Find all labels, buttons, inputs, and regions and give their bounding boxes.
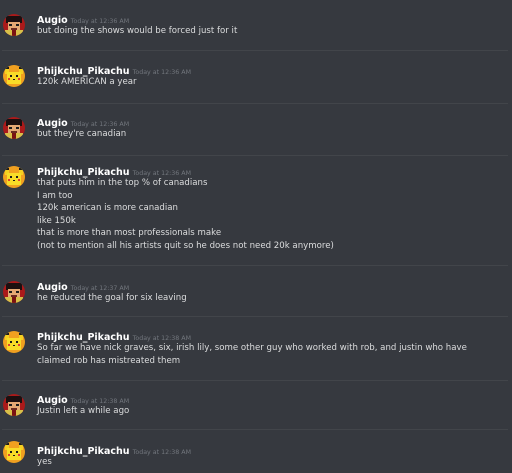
avatar[interactable] — [3, 65, 25, 87]
message-text: that is more than most professionals mak… — [37, 228, 222, 239]
message-body: but they're canadian — [37, 128, 504, 141]
pikachu-pixel-avatar-icon — [3, 441, 25, 463]
message-text: (not to mention all his artists quit so … — [37, 240, 334, 251]
message-group: Phijkchu_Pikachu Today at 12:38 AM So far… — [0, 317, 512, 380]
chat-messages: Augio Today at 12:36 AM but doing the sho… — [0, 0, 512, 473]
message-timestamp: Today at 12:36 AM — [132, 69, 192, 76]
avatar[interactable] — [3, 166, 25, 188]
message-text: but doing the shows would be forced just… — [37, 26, 238, 36]
message-body: 120k AMERICAN a year — [37, 76, 504, 89]
message-text: like 150k — [37, 215, 76, 226]
augio-pixel-avatar-icon — [3, 394, 25, 416]
pikachu-pixel-avatar-icon — [3, 331, 25, 353]
augio-pixel-avatar-icon — [3, 14, 25, 36]
avatar[interactable] — [3, 441, 25, 463]
avatar[interactable] — [3, 281, 25, 303]
avatar[interactable] — [3, 117, 25, 139]
avatar[interactable] — [3, 394, 25, 416]
message-text: So far we have nick graves, six, irish l… — [37, 343, 467, 366]
message-body: that puts him in the top % of canadians … — [37, 177, 504, 253]
message-group: Augio Today at 12:37 AM he reduced the go… — [0, 266, 512, 316]
message-group: Augio Today at 12:36 AM but they're canad… — [0, 104, 512, 155]
pikachu-pixel-avatar-icon — [3, 65, 25, 87]
message-text: I am too — [37, 190, 73, 201]
message-text: that puts him in the top % of canadians — [37, 178, 208, 188]
message-text: 120k american is more canadian — [37, 203, 178, 214]
message-timestamp: Today at 12:38 AM — [70, 398, 130, 405]
pikachu-pixel-avatar-icon — [3, 166, 25, 188]
avatar[interactable] — [3, 331, 25, 353]
message-group: Augio Today at 12:36 AM but doing the sho… — [0, 0, 512, 50]
message-group: Phijkchu_Pikachu Today at 12:36 AM that p… — [0, 156, 512, 265]
message-timestamp: Today at 12:36 AM — [132, 170, 192, 177]
message-body: So far we have nick graves, six, irish l… — [37, 342, 495, 367]
message-text: he reduced the goal for six leaving — [37, 293, 187, 303]
message-body: Justin left a while ago — [37, 405, 504, 418]
message-body: he reduced the goal for six leaving — [37, 292, 504, 305]
message-timestamp: Today at 12:36 AM — [70, 18, 130, 25]
augio-pixel-avatar-icon — [3, 117, 25, 139]
message-timestamp: Today at 12:38 AM — [132, 449, 192, 456]
message-body: but doing the shows would be forced just… — [37, 25, 504, 38]
message-timestamp: Today at 12:36 AM — [70, 121, 130, 128]
message-timestamp: Today at 12:37 AM — [70, 285, 130, 292]
message-group: Phijkchu_Pikachu Today at 12:38 AM yes — [0, 430, 512, 473]
message-text: yes — [37, 457, 52, 467]
message-text: but they're canadian — [37, 129, 127, 139]
avatar[interactable] — [3, 14, 25, 36]
message-body: yes — [37, 456, 504, 469]
message-timestamp: Today at 12:38 AM — [132, 335, 192, 342]
message-text: Justin left a while ago — [37, 406, 130, 416]
augio-pixel-avatar-icon — [3, 281, 25, 303]
message-group: Phijkchu_Pikachu Today at 12:36 AM 120k A… — [0, 51, 512, 103]
message-text: 120k AMERICAN a year — [37, 77, 137, 87]
message-group: Augio Today at 12:38 AM Justin left a whi… — [0, 381, 512, 429]
